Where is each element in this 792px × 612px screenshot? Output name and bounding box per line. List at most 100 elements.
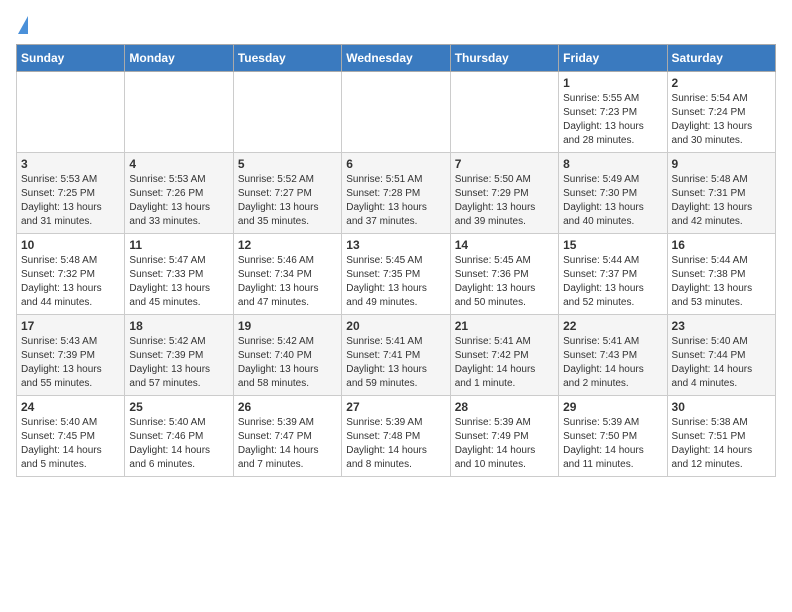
- weekday-header: Thursday: [450, 45, 558, 72]
- calendar-cell: 21Sunrise: 5:41 AMSunset: 7:42 PMDayligh…: [450, 315, 558, 396]
- weekday-header: Friday: [559, 45, 667, 72]
- calendar-table: SundayMondayTuesdayWednesdayThursdayFrid…: [16, 44, 776, 477]
- day-info: Sunrise: 5:51 AMSunset: 7:28 PMDaylight:…: [346, 173, 445, 229]
- calendar-week-row: 17Sunrise: 5:43 AMSunset: 7:39 PMDayligh…: [17, 315, 776, 396]
- logo-triangle-icon: [18, 16, 28, 34]
- day-number: 7: [455, 157, 554, 171]
- calendar-cell: [450, 72, 558, 153]
- calendar-cell: 12 Sunrise: 5:46 AMSunset: 7:34 PMDayligh…: [233, 234, 341, 315]
- weekday-header: Saturday: [667, 45, 775, 72]
- day-number: 12: [238, 238, 337, 252]
- day-info: Sunrise: 5:42 AMSunset: 7:40 PMDaylight:…: [238, 335, 337, 391]
- day-number: 9: [672, 157, 771, 171]
- calendar-cell: [125, 72, 233, 153]
- day-number: 8: [563, 157, 662, 171]
- day-number: 6: [346, 157, 445, 171]
- day-info: Sunrise: 5:55 AMSunset: 7:23 PMDaylight:…: [563, 92, 662, 148]
- day-info: Sunrise: 5:50 AMSunset: 7:29 PMDaylight:…: [455, 173, 554, 229]
- day-info: Sunrise: 5:41 AMSunset: 7:41 PMDaylight:…: [346, 335, 445, 391]
- calendar-cell: 5 Sunrise: 5:52 AMSunset: 7:27 PMDaylight…: [233, 153, 341, 234]
- day-info: Sunrise: 5:53 AMSunset: 7:26 PMDaylight:…: [129, 173, 228, 229]
- calendar-cell: 26Sunrise: 5:39 AMSunset: 7:47 PMDayligh…: [233, 396, 341, 477]
- calendar-cell: [233, 72, 341, 153]
- day-info: Sunrise: 5:52 AMSunset: 7:27 PMDaylight:…: [238, 173, 337, 229]
- calendar-cell: 7 Sunrise: 5:50 AMSunset: 7:29 PMDaylight…: [450, 153, 558, 234]
- day-info: Sunrise: 5:39 AMSunset: 7:48 PMDaylight:…: [346, 416, 445, 472]
- day-info: Sunrise: 5:47 AMSunset: 7:33 PMDaylight:…: [129, 254, 228, 310]
- day-info: Sunrise: 5:39 AMSunset: 7:50 PMDaylight:…: [563, 416, 662, 472]
- day-info: Sunrise: 5:45 AMSunset: 7:36 PMDaylight:…: [455, 254, 554, 310]
- day-info: Sunrise: 5:40 AMSunset: 7:45 PMDaylight:…: [21, 416, 120, 472]
- calendar-cell: 6 Sunrise: 5:51 AMSunset: 7:28 PMDaylight…: [342, 153, 450, 234]
- day-info: Sunrise: 5:44 AMSunset: 7:38 PMDaylight:…: [672, 254, 771, 310]
- day-info: Sunrise: 5:42 AMSunset: 7:39 PMDaylight:…: [129, 335, 228, 391]
- day-number: 18: [129, 319, 228, 333]
- day-info: Sunrise: 5:43 AMSunset: 7:39 PMDaylight:…: [21, 335, 120, 391]
- calendar-cell: 14 Sunrise: 5:45 AMSunset: 7:36 PMDayligh…: [450, 234, 558, 315]
- day-number: 25: [129, 400, 228, 414]
- day-number: 5: [238, 157, 337, 171]
- day-number: 1: [563, 76, 662, 90]
- weekday-header: Tuesday: [233, 45, 341, 72]
- day-info: Sunrise: 5:40 AMSunset: 7:44 PMDaylight:…: [672, 335, 771, 391]
- day-number: 15: [563, 238, 662, 252]
- weekday-header: Wednesday: [342, 45, 450, 72]
- calendar-cell: [17, 72, 125, 153]
- day-info: Sunrise: 5:39 AMSunset: 7:49 PMDaylight:…: [455, 416, 554, 472]
- day-info: Sunrise: 5:40 AMSunset: 7:46 PMDaylight:…: [129, 416, 228, 472]
- calendar-cell: 1 Sunrise: 5:55 AMSunset: 7:23 PMDaylight…: [559, 72, 667, 153]
- weekday-header: Monday: [125, 45, 233, 72]
- logo: [16, 16, 28, 36]
- day-info: Sunrise: 5:48 AMSunset: 7:31 PMDaylight:…: [672, 173, 771, 229]
- calendar-cell: 10 Sunrise: 5:48 AMSunset: 7:32 PMDayligh…: [17, 234, 125, 315]
- day-info: Sunrise: 5:46 AMSunset: 7:34 PMDaylight:…: [238, 254, 337, 310]
- day-number: 4: [129, 157, 228, 171]
- calendar-cell: 27 Sunrise: 5:39 AMSunset: 7:48 PMDayligh…: [342, 396, 450, 477]
- calendar-cell: 30 Sunrise: 5:38 AMSunset: 7:51 PMDayligh…: [667, 396, 775, 477]
- calendar-cell: 18 Sunrise: 5:42 AMSunset: 7:39 PMDayligh…: [125, 315, 233, 396]
- calendar-week-row: 24 Sunrise: 5:40 AMSunset: 7:45 PMDayligh…: [17, 396, 776, 477]
- day-number: 10: [21, 238, 120, 252]
- day-number: 27: [346, 400, 445, 414]
- day-info: Sunrise: 5:49 AMSunset: 7:30 PMDaylight:…: [563, 173, 662, 229]
- calendar-cell: 16 Sunrise: 5:44 AMSunset: 7:38 PMDayligh…: [667, 234, 775, 315]
- calendar-cell: 2Sunrise: 5:54 AMSunset: 7:24 PMDaylight…: [667, 72, 775, 153]
- day-number: 16: [672, 238, 771, 252]
- day-number: 26: [238, 400, 337, 414]
- page-header: [16, 16, 776, 36]
- day-info: Sunrise: 5:48 AMSunset: 7:32 PMDaylight:…: [21, 254, 120, 310]
- day-info: Sunrise: 5:53 AMSunset: 7:25 PMDaylight:…: [21, 173, 120, 229]
- calendar-cell: 29 Sunrise: 5:39 AMSunset: 7:50 PMDayligh…: [559, 396, 667, 477]
- calendar-week-row: 1 Sunrise: 5:55 AMSunset: 7:23 PMDaylight…: [17, 72, 776, 153]
- day-info: Sunrise: 5:41 AMSunset: 7:43 PMDaylight:…: [563, 335, 662, 391]
- calendar-cell: 23 Sunrise: 5:40 AMSunset: 7:44 PMDayligh…: [667, 315, 775, 396]
- day-number: 2: [672, 76, 771, 90]
- day-number: 3: [21, 157, 120, 171]
- calendar-cell: 4 Sunrise: 5:53 AMSunset: 7:26 PMDaylight…: [125, 153, 233, 234]
- day-number: 13: [346, 238, 445, 252]
- day-number: 30: [672, 400, 771, 414]
- calendar-cell: [342, 72, 450, 153]
- calendar-week-row: 10 Sunrise: 5:48 AMSunset: 7:32 PMDayligh…: [17, 234, 776, 315]
- calendar-cell: 8 Sunrise: 5:49 AMSunset: 7:30 PMDaylight…: [559, 153, 667, 234]
- weekday-header: Sunday: [17, 45, 125, 72]
- day-number: 19: [238, 319, 337, 333]
- calendar-cell: 9 Sunrise: 5:48 AMSunset: 7:31 PMDaylight…: [667, 153, 775, 234]
- day-number: 29: [563, 400, 662, 414]
- calendar-cell: 3 Sunrise: 5:53 AMSunset: 7:25 PMDaylight…: [17, 153, 125, 234]
- day-info: Sunrise: 5:44 AMSunset: 7:37 PMDaylight:…: [563, 254, 662, 310]
- day-info: Sunrise: 5:38 AMSunset: 7:51 PMDaylight:…: [672, 416, 771, 472]
- day-number: 28: [455, 400, 554, 414]
- calendar-week-row: 3 Sunrise: 5:53 AMSunset: 7:25 PMDaylight…: [17, 153, 776, 234]
- calendar-cell: 13Sunrise: 5:45 AMSunset: 7:35 PMDayligh…: [342, 234, 450, 315]
- calendar-cell: 25 Sunrise: 5:40 AMSunset: 7:46 PMDayligh…: [125, 396, 233, 477]
- calendar-cell: 19 Sunrise: 5:42 AMSunset: 7:40 PMDayligh…: [233, 315, 341, 396]
- calendar-cell: 24 Sunrise: 5:40 AMSunset: 7:45 PMDayligh…: [17, 396, 125, 477]
- day-number: 14: [455, 238, 554, 252]
- day-number: 22: [563, 319, 662, 333]
- day-number: 24: [21, 400, 120, 414]
- calendar-cell: 28 Sunrise: 5:39 AMSunset: 7:49 PMDayligh…: [450, 396, 558, 477]
- calendar-cell: 15 Sunrise: 5:44 AMSunset: 7:37 PMDayligh…: [559, 234, 667, 315]
- day-number: 20: [346, 319, 445, 333]
- day-number: 23: [672, 319, 771, 333]
